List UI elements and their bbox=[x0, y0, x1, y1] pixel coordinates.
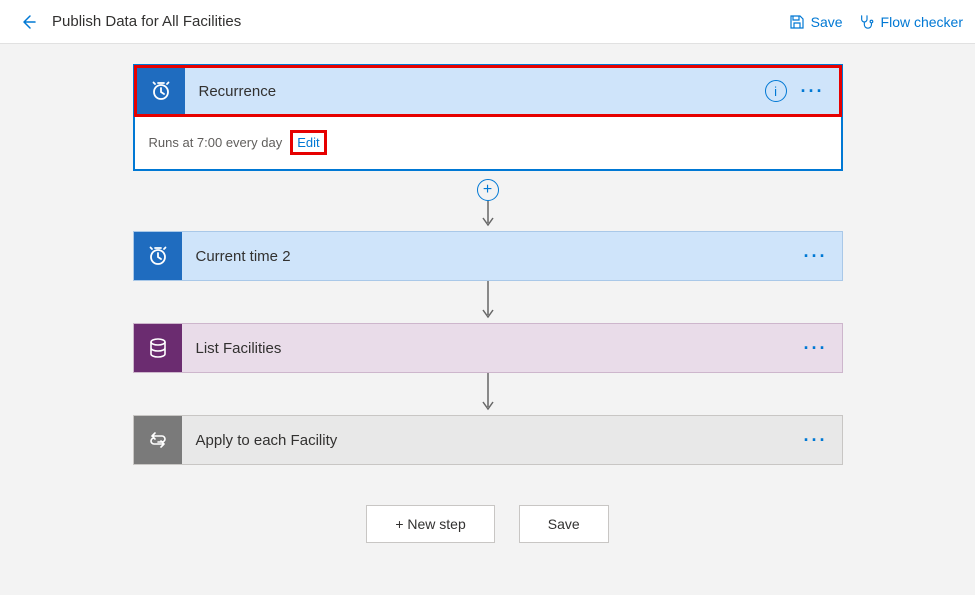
step-menu-button[interactable]: ··· bbox=[804, 339, 828, 357]
flow-title: Publish Data for All Facilities bbox=[52, 13, 241, 30]
step-apply-each[interactable]: Apply to each Facility ··· bbox=[133, 415, 843, 465]
step-recurrence-body: Runs at 7:00 every day Edit bbox=[135, 116, 841, 169]
step-recurrence[interactable]: Recurrence i ··· Runs at 7:00 every day … bbox=[133, 64, 843, 171]
flow-checker-label: Flow checker bbox=[881, 14, 963, 30]
arrow-down-icon bbox=[478, 201, 498, 231]
clock-icon bbox=[146, 244, 170, 268]
apply-each-icon bbox=[134, 416, 182, 464]
save-button[interactable]: Save bbox=[519, 505, 609, 543]
flow-checker-action[interactable]: Flow checker bbox=[859, 14, 963, 30]
back-button[interactable] bbox=[12, 6, 44, 38]
top-bar: Publish Data for All Facilities Save Flo… bbox=[0, 0, 975, 44]
step-menu-button[interactable]: ··· bbox=[801, 82, 825, 100]
bottom-buttons: + New step Save bbox=[366, 505, 608, 543]
step-apply-each-label: Apply to each Facility bbox=[182, 416, 804, 464]
back-arrow-icon bbox=[19, 13, 37, 31]
recurrence-runs-text: Runs at 7:00 every day bbox=[149, 135, 283, 150]
arrow-down-icon bbox=[478, 281, 498, 323]
step-recurrence-actions: i ··· bbox=[765, 68, 839, 114]
step-current-time-actions: ··· bbox=[804, 232, 842, 280]
step-apply-each-actions: ··· bbox=[804, 416, 842, 464]
info-icon[interactable]: i bbox=[765, 80, 787, 102]
clock-icon bbox=[149, 79, 173, 103]
step-recurrence-header[interactable]: Recurrence i ··· bbox=[134, 65, 842, 117]
new-step-button[interactable]: + New step bbox=[366, 505, 494, 543]
step-current-time-label: Current time 2 bbox=[182, 232, 804, 280]
connector-plus: + bbox=[477, 171, 499, 231]
stethoscope-icon bbox=[859, 14, 875, 30]
step-current-time[interactable]: Current time 2 ··· bbox=[133, 231, 843, 281]
step-list-facilities-label: List Facilities bbox=[182, 324, 804, 372]
recurrence-icon bbox=[137, 68, 185, 114]
step-list-facilities-actions: ··· bbox=[804, 324, 842, 372]
current-time-icon bbox=[134, 232, 182, 280]
database-icon bbox=[146, 336, 170, 360]
loop-icon bbox=[146, 428, 170, 452]
connector bbox=[478, 373, 498, 415]
recurrence-edit-link[interactable]: Edit bbox=[290, 130, 326, 155]
save-action[interactable]: Save bbox=[789, 14, 843, 30]
save-icon bbox=[789, 14, 805, 30]
arrow-down-icon bbox=[478, 373, 498, 415]
step-menu-button[interactable]: ··· bbox=[804, 431, 828, 449]
step-recurrence-label: Recurrence bbox=[185, 68, 765, 114]
flow-canvas: Recurrence i ··· Runs at 7:00 every day … bbox=[0, 44, 975, 543]
save-action-label: Save bbox=[811, 14, 843, 30]
add-action-button[interactable]: + bbox=[477, 179, 499, 201]
step-list-facilities[interactable]: List Facilities ··· bbox=[133, 323, 843, 373]
step-menu-button[interactable]: ··· bbox=[804, 247, 828, 265]
connector bbox=[478, 281, 498, 323]
list-facilities-icon bbox=[134, 324, 182, 372]
top-actions: Save Flow checker bbox=[789, 14, 963, 30]
